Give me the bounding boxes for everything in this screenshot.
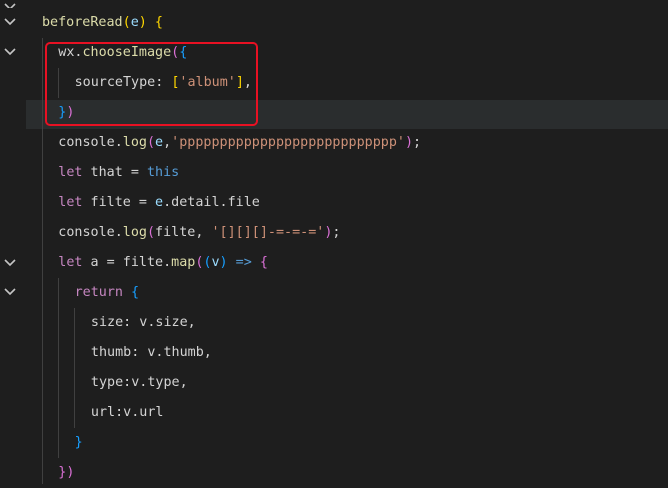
fold-chevron-icon[interactable]	[0, 284, 20, 300]
code-token: )	[138, 15, 147, 30]
code-line[interactable]: let filte = e.detail.file	[58, 188, 260, 218]
code-line[interactable]: return {	[75, 278, 140, 308]
code-line[interactable]: }	[75, 428, 83, 458]
indent-guide	[42, 38, 43, 484]
code-token: .type,	[139, 375, 188, 390]
code-line[interactable]: thumb: v.thumb,	[91, 338, 212, 368]
code-line[interactable]: let a = filte.map((v) => {	[58, 248, 268, 278]
code-token: )	[66, 465, 75, 480]
code-token: let	[58, 255, 83, 270]
fold-chevron-icon[interactable]	[0, 44, 20, 60]
code-token: url	[90, 405, 116, 420]
code-line[interactable]: console.log(filte, '[][][]-=-=-=');	[58, 218, 340, 248]
code-token: =	[138, 195, 147, 210]
code-token: size	[90, 315, 124, 330]
code-token: ,	[163, 135, 172, 150]
code-token: '[][][]-=-=-='	[211, 225, 325, 240]
code-token: beforeRead	[42, 15, 123, 30]
code-token: {	[131, 285, 140, 300]
code-line[interactable]: type:v.type,	[91, 368, 188, 398]
code-token: type	[90, 375, 124, 390]
fold-chevron-icon[interactable]	[0, 255, 20, 271]
code-token: =	[130, 165, 139, 180]
code-token: filte	[82, 195, 139, 210]
code-token: .thumb,	[155, 345, 212, 360]
code-token: .	[114, 225, 123, 240]
code-token: :v	[123, 375, 140, 390]
code-token: .	[163, 255, 172, 270]
code-token: : v	[123, 315, 148, 330]
highlight-annotation-box	[45, 42, 258, 126]
code-token: v	[211, 255, 220, 270]
code-token: )	[219, 255, 228, 270]
code-token: console	[58, 225, 115, 240]
code-token: e	[146, 195, 164, 210]
code-token: ;	[332, 225, 341, 240]
code-token: 'ppppppppppppppppppppppppppp'	[171, 135, 405, 150]
code-token: =>	[227, 255, 260, 270]
code-token: (	[122, 15, 131, 30]
editor-gutter	[0, 0, 28, 484]
code-token: :v	[115, 405, 132, 420]
fold-chevron-icon[interactable]	[0, 14, 20, 30]
code-token: e	[130, 15, 139, 30]
code-line[interactable]: let that = this	[58, 158, 179, 188]
code-token: let	[58, 165, 83, 180]
code-token: : v	[131, 345, 156, 360]
code-token: .size,	[147, 315, 196, 330]
code-editor[interactable]: beforeRead(e) {wx.chooseImage({sourceTyp…	[0, 0, 668, 484]
code-line[interactable]: console.log(e,'ppppppppppppppppppppppppp…	[58, 128, 421, 158]
code-token: )	[404, 135, 414, 150]
code-token: log	[122, 225, 147, 240]
code-token: (	[146, 135, 156, 150]
code-token: log	[122, 135, 147, 150]
code-token: that	[82, 165, 131, 180]
code-token: return	[74, 285, 123, 300]
code-token: map	[171, 255, 196, 270]
code-token: .	[114, 135, 123, 150]
code-token: a	[82, 255, 107, 270]
fold-chevron-icon[interactable]	[0, 0, 20, 8]
code-token: filte	[114, 255, 164, 270]
code-token: ,	[195, 225, 212, 240]
code-token: ;	[413, 135, 422, 150]
code-token: this	[146, 165, 180, 180]
code-token: .detail.file	[163, 195, 260, 210]
indent-guide	[74, 308, 75, 428]
code-token: =	[106, 255, 115, 270]
code-token: (	[146, 225, 156, 240]
code-line[interactable]: size: v.size,	[91, 308, 196, 338]
code-token: console	[58, 135, 115, 150]
code-token: let	[58, 195, 83, 210]
code-token: .url	[131, 405, 164, 420]
code-token: {	[259, 255, 268, 270]
code-line[interactable]: beforeRead(e) {	[42, 8, 163, 38]
code-token: e	[155, 135, 164, 150]
code-line[interactable]: url:v.url	[91, 398, 164, 428]
code-token: thumb	[90, 345, 132, 360]
indent-guide	[58, 278, 59, 458]
code-token: filte	[155, 225, 196, 240]
code-token: {	[146, 15, 163, 30]
code-token: }	[74, 435, 83, 450]
